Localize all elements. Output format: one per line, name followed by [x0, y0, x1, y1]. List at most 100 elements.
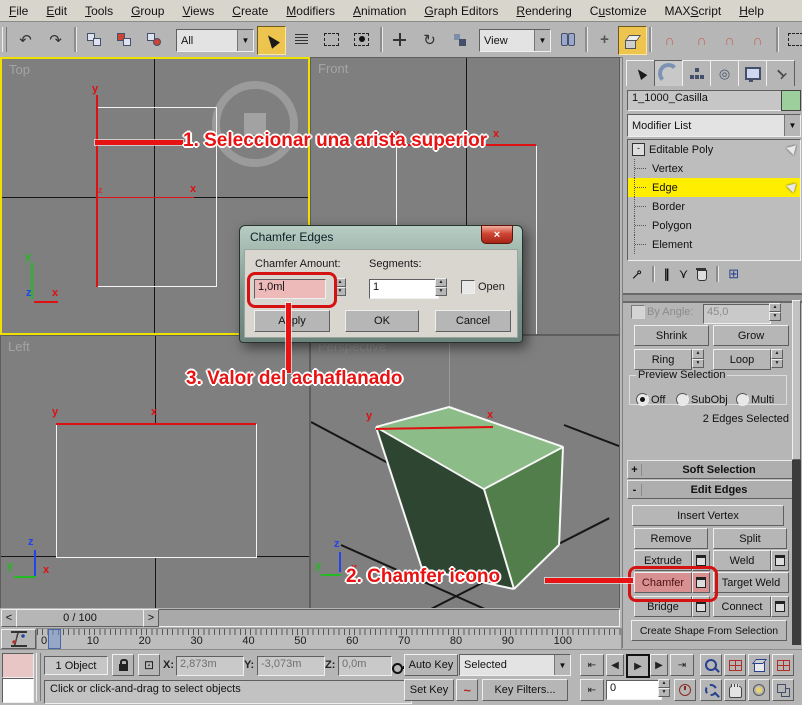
- stack-subobject-row[interactable]: Edge: [628, 178, 800, 197]
- menu-item[interactable]: Group: [122, 2, 173, 20]
- spinner-down-icon[interactable]: ▼: [435, 287, 447, 296]
- viewport-top-label[interactable]: Top: [9, 62, 30, 77]
- stack-subobject-row[interactable]: Vertex: [628, 159, 800, 178]
- play-button[interactable]: ▶: [626, 654, 650, 678]
- make-unique-icon[interactable]: ⋎: [679, 266, 689, 282]
- stack-subobject-row[interactable]: Polygon: [628, 216, 800, 235]
- time-slider-thumb[interactable]: 0 / 100: [16, 609, 144, 627]
- pan-button[interactable]: [724, 679, 746, 701]
- preview-off-label[interactable]: Off: [651, 394, 665, 406]
- apply-button[interactable]: Apply: [254, 310, 330, 332]
- stack-subobject-label[interactable]: Element: [649, 239, 692, 251]
- tab-modify[interactable]: [654, 60, 683, 86]
- tab-motion[interactable]: ◎: [710, 60, 739, 86]
- window-crossing-button[interactable]: [348, 26, 375, 53]
- loop-button[interactable]: Loop: [713, 349, 771, 370]
- y-coord-field[interactable]: -3,073m: [257, 656, 325, 676]
- connect-settings-button[interactable]: [771, 596, 789, 617]
- previous-frame-button[interactable]: ◀: [606, 654, 624, 676]
- key-mode-button[interactable]: ⇤: [580, 679, 604, 701]
- default-tangent-button[interactable]: ~: [456, 679, 478, 701]
- select-and-rotate-button[interactable]: ↻: [416, 26, 443, 53]
- toolbar-drag-handle[interactable]: [2, 27, 7, 52]
- insert-vertex-button[interactable]: Insert Vertex: [632, 505, 784, 526]
- menu-item[interactable]: Create: [223, 2, 277, 20]
- object-name-field[interactable]: 1_1000_Casilla: [627, 90, 785, 111]
- spinner-down-icon[interactable]: ▼: [692, 359, 704, 369]
- spinner-up-icon[interactable]: ▲: [692, 349, 704, 359]
- preview-multi-radio[interactable]: [736, 393, 749, 406]
- menu-item[interactable]: Modifiers: [277, 2, 344, 20]
- viewport-front-label[interactable]: Front: [318, 61, 348, 76]
- selection-region-button[interactable]: [318, 26, 345, 53]
- select-and-scale-button[interactable]: [446, 26, 473, 53]
- z-coord-field[interactable]: 0,0m: [338, 656, 392, 676]
- min-max-toggle-button[interactable]: [772, 679, 794, 701]
- menu-item[interactable]: MAXScript: [656, 2, 731, 20]
- time-configuration-button[interactable]: [674, 679, 696, 701]
- time-slider-prev-button[interactable]: <: [1, 609, 17, 627]
- tab-create[interactable]: [626, 60, 655, 86]
- menu-item[interactable]: Views: [173, 2, 223, 20]
- absolute-mode-button[interactable]: ⊡: [138, 654, 160, 676]
- select-object-button[interactable]: [257, 26, 286, 55]
- time-slider-next-button[interactable]: >: [143, 609, 159, 627]
- maxscript-listener-pink[interactable]: [2, 653, 34, 678]
- by-angle-spinner[interactable]: ▲ ▼: [769, 303, 781, 321]
- tab-display[interactable]: [738, 60, 767, 86]
- menu-item[interactable]: Graph Editors: [415, 2, 507, 20]
- remove-modifier-icon[interactable]: [697, 270, 707, 281]
- use-pivot-center-button[interactable]: [554, 26, 581, 53]
- menu-item[interactable]: Animation: [344, 2, 415, 20]
- selected-edge-line[interactable]: [56, 423, 256, 425]
- chevron-down-icon[interactable]: ▼: [784, 115, 800, 136]
- chevron-down-icon[interactable]: ▼: [534, 30, 550, 51]
- stack-subobject-label[interactable]: Border: [649, 201, 685, 213]
- spinner-up-icon[interactable]: ▲: [771, 349, 783, 359]
- go-to-start-button[interactable]: ⇤: [580, 654, 604, 676]
- preview-subobj-label[interactable]: SubObj: [691, 394, 728, 406]
- zoom-button[interactable]: [700, 654, 722, 676]
- undo-icon[interactable]: ↶: [12, 26, 39, 53]
- zoom-all-button[interactable]: [724, 654, 746, 676]
- select-and-manipulate-button[interactable]: +: [591, 26, 618, 53]
- create-shape-button[interactable]: Create Shape From Selection: [631, 620, 787, 641]
- go-to-end-button[interactable]: ⇥: [670, 654, 694, 676]
- rollout-edit-edges[interactable]: - Edit Edges: [627, 480, 793, 499]
- by-angle-input[interactable]: 45,0: [703, 304, 771, 324]
- select-by-name-button[interactable]: [288, 26, 315, 53]
- segments-spinner[interactable]: ▲ ▼: [435, 278, 447, 296]
- configure-modifier-sets-icon[interactable]: ⊞: [728, 266, 739, 282]
- grow-button[interactable]: Grow: [713, 325, 789, 346]
- spinner-up-icon[interactable]: ▲: [435, 278, 447, 287]
- show-end-result-icon[interactable]: ∥: [664, 267, 670, 281]
- box-outline-left-view[interactable]: [56, 424, 257, 558]
- open-checkbox[interactable]: [461, 280, 475, 294]
- percent-snap-button[interactable]: ∩: [716, 26, 743, 53]
- remove-button[interactable]: Remove: [634, 528, 708, 549]
- spinner-down-icon[interactable]: ▼: [769, 312, 781, 321]
- expand-icon[interactable]: +: [628, 464, 642, 476]
- ok-button[interactable]: OK: [345, 310, 419, 332]
- region-zoom-button[interactable]: [700, 679, 722, 701]
- listener-splitter[interactable]: [36, 653, 41, 701]
- shrink-button[interactable]: Shrink: [634, 325, 709, 346]
- spinner-up-icon[interactable]: ▲: [658, 679, 670, 688]
- by-angle-checkbox[interactable]: [631, 305, 645, 319]
- reference-coordinate-dropdown[interactable]: View ▼: [479, 29, 551, 52]
- menu-item[interactable]: Customize: [581, 2, 656, 20]
- selection-set-dropdown[interactable]: Selected ▼: [459, 654, 571, 676]
- modifier-list-dropdown[interactable]: Modifier List ▼: [627, 114, 801, 137]
- menu-item[interactable]: File: [0, 2, 37, 20]
- stack-subobject-row[interactable]: Element: [628, 235, 800, 254]
- stack-subobject-row[interactable]: Border: [628, 197, 800, 216]
- x-coord-field[interactable]: 2,873m: [176, 656, 244, 676]
- close-icon[interactable]: ×: [481, 225, 513, 244]
- current-frame-field[interactable]: 0: [606, 680, 662, 700]
- chevron-down-icon[interactable]: ▼: [237, 30, 253, 51]
- redo-icon[interactable]: ↷: [42, 26, 69, 53]
- collapse-icon[interactable]: -: [628, 484, 642, 496]
- split-button[interactable]: Split: [713, 528, 787, 549]
- selection-lock-button[interactable]: [112, 654, 134, 676]
- frame-spinner[interactable]: ▲ ▼: [658, 679, 670, 697]
